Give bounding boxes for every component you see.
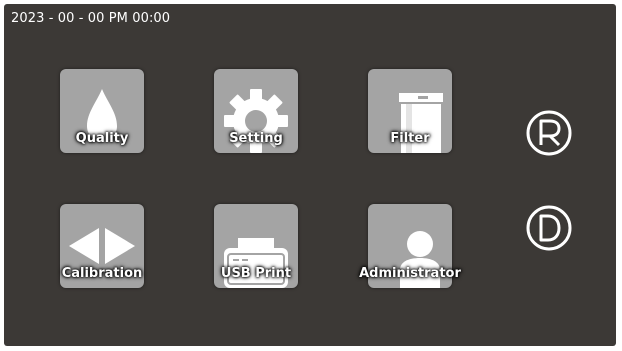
circled-d-icon[interactable] xyxy=(523,202,575,254)
administrator-button[interactable]: Administrator xyxy=(359,204,461,288)
main-screen: 2023 - 00 - 00 PM 00:00 Quality Setting … xyxy=(4,4,616,346)
usb-print-button[interactable]: USB Print xyxy=(214,204,298,288)
usb-print-label: USB Print xyxy=(220,266,292,281)
quality-button[interactable]: Quality xyxy=(60,69,144,153)
setting-label: Setting xyxy=(229,131,283,146)
calibration-label: Calibration xyxy=(61,266,143,281)
registered-r-icon[interactable] xyxy=(523,107,575,159)
quality-label: Quality xyxy=(75,131,129,146)
administrator-label: Administrator xyxy=(359,266,461,281)
filter-label: Filter xyxy=(390,131,430,146)
datetime-display: 2023 - 00 - 00 PM 00:00 xyxy=(11,11,171,26)
setting-button[interactable]: Setting xyxy=(214,69,298,153)
filter-button[interactable]: Filter xyxy=(368,69,452,153)
calibration-button[interactable]: Calibration xyxy=(60,204,144,288)
